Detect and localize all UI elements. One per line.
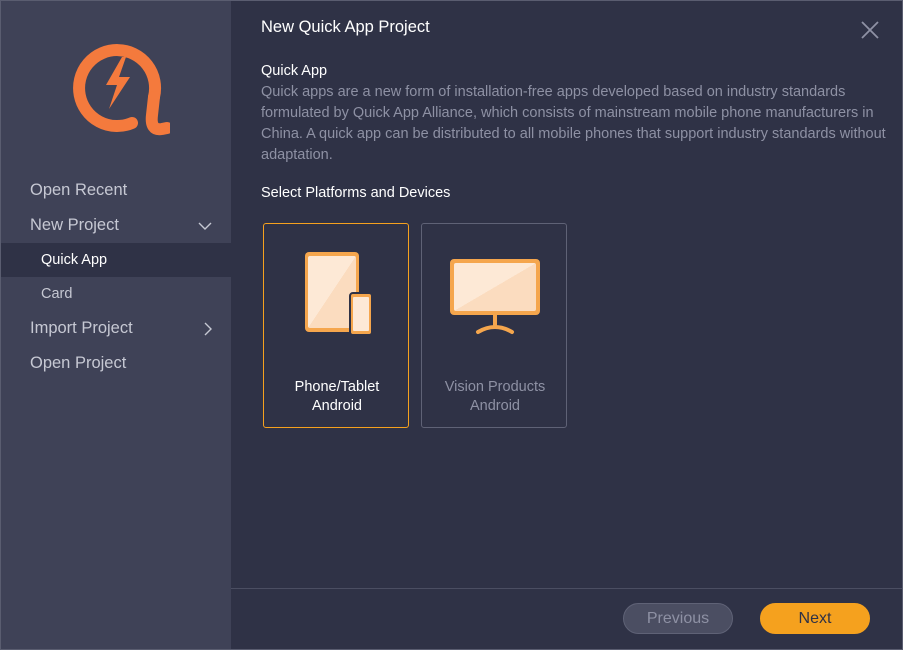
quick-app-logo <box>64 35 173 139</box>
sidebar-item-quick-app[interactable]: Quick App <box>1 243 231 277</box>
platform-name: Phone/Tablet <box>294 379 380 395</box>
sidebar-item-new-project[interactable]: New Project <box>1 208 231 243</box>
platforms-title: Select Platforms and Devices <box>261 185 451 201</box>
sidebar-item-label: Open Project <box>30 354 127 372</box>
sidebar: Open Recent New Project Quick App Card I… <box>1 1 231 649</box>
sidebar-item-import-project[interactable]: Import Project <box>1 311 231 346</box>
platform-os: Android <box>312 398 362 414</box>
close-icon[interactable] <box>860 20 880 40</box>
dialog-footer: Previous Next <box>231 588 902 650</box>
sidebar-nav: Open Recent New Project Quick App Card I… <box>1 173 231 381</box>
sidebar-item-label: Import Project <box>30 319 133 337</box>
monitor-icon <box>422 244 568 344</box>
sidebar-item-open-recent[interactable]: Open Recent <box>1 173 231 208</box>
platform-name: Vision Products <box>444 379 546 395</box>
platform-card-label: Phone/Tablet Android <box>264 378 410 416</box>
section-title: Quick App <box>261 63 328 79</box>
phone-tablet-icon <box>264 244 410 344</box>
platform-card-phone-tablet[interactable]: Phone/Tablet Android <box>263 223 409 428</box>
previous-button[interactable]: Previous <box>623 603 733 634</box>
next-button[interactable]: Next <box>760 603 870 634</box>
chevron-right-icon <box>204 311 212 346</box>
sidebar-item-label: New Project <box>30 216 119 234</box>
sidebar-item-open-project[interactable]: Open Project <box>1 346 231 381</box>
sidebar-item-card[interactable]: Card <box>1 277 231 311</box>
platform-os: Android <box>470 398 520 414</box>
section-description: Quick apps are a new form of installatio… <box>261 84 886 163</box>
new-project-dialog: Open Recent New Project Quick App Card I… <box>0 0 903 650</box>
dialog-title: New Quick App Project <box>261 18 430 36</box>
chevron-down-icon <box>198 208 212 243</box>
sidebar-item-label: Open Recent <box>30 181 128 199</box>
platform-card-vision[interactable]: Vision Products Android <box>421 223 567 428</box>
main-panel: New Quick App Project Quick App Quick ap… <box>231 1 902 649</box>
sidebar-item-label: Quick App <box>41 252 108 268</box>
platform-card-label: Vision Products Android <box>422 378 568 416</box>
sidebar-item-label: Card <box>41 286 73 302</box>
